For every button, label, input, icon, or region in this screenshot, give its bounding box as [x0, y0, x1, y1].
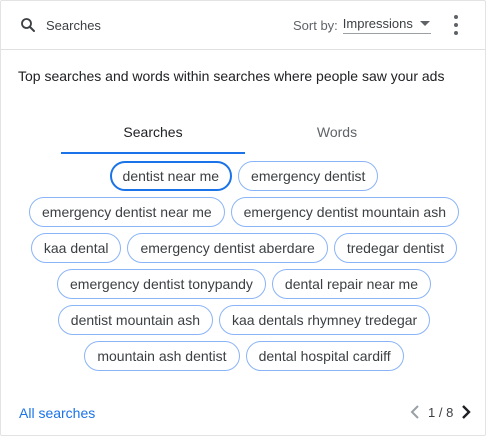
sort-dropdown[interactable]: Impressions [342, 16, 431, 34]
search-chip[interactable]: kaa dentals rhymney tredegar [218, 305, 431, 335]
more-vert-icon[interactable] [449, 14, 463, 36]
chip-row: dentist mountain ash kaa dentals rhymney … [1, 305, 486, 335]
chip-row: mountain ash dentist dental hospital card… [1, 341, 486, 371]
caret-down-icon [419, 21, 430, 26]
tab-words[interactable]: Words [245, 111, 429, 154]
search-icon[interactable] [19, 16, 37, 34]
card-title: Searches [46, 18, 101, 33]
search-chip[interactable]: emergency dentist [238, 161, 379, 191]
search-chip[interactable]: emergency dentist near me [29, 197, 225, 227]
pagination: 1 / 8 [408, 403, 473, 421]
sort-label: Sort by: [293, 18, 338, 33]
searches-card: Searches Sort by: Impressions Top search… [0, 0, 486, 436]
tab-bar: Searches Words [61, 111, 431, 155]
search-chip[interactable]: dentist near me [109, 161, 233, 191]
search-chip[interactable]: dental hospital cardiff [245, 341, 404, 371]
card-subtitle: Top searches and words within searches w… [18, 68, 445, 84]
search-chip[interactable]: emergency dentist mountain ash [230, 197, 459, 227]
search-chip[interactable]: kaa dental [30, 233, 122, 263]
search-chip[interactable]: tredegar dentist [333, 233, 458, 263]
search-chip[interactable]: emergency dentist tonypandy [57, 269, 266, 299]
search-chip[interactable]: emergency dentist aberdare [127, 233, 328, 263]
tab-searches[interactable]: Searches [61, 111, 245, 154]
sort-control: Sort by: Impressions [293, 16, 431, 34]
page-indicator: 1 / 8 [428, 404, 454, 420]
card-header: Searches Sort by: Impressions [1, 1, 485, 50]
search-chip[interactable]: dental repair near me [271, 269, 431, 299]
all-searches-link[interactable]: All searches [19, 405, 95, 421]
chevron-right-icon[interactable] [459, 403, 473, 421]
search-chip[interactable]: dentist mountain ash [57, 305, 213, 335]
chip-row: kaa dental emergency dentist aberdare tred… [1, 233, 486, 263]
sort-value: Impressions [342, 16, 413, 31]
search-chip-cloud: dentist near me emergency dentist emergenc… [1, 161, 486, 386]
chip-row: dentist near me emergency dentist [1, 161, 486, 191]
chevron-left-icon[interactable] [408, 403, 422, 421]
search-chip[interactable]: mountain ash dentist [84, 341, 240, 371]
chip-row: emergency dentist tonypandy dental repair… [1, 269, 486, 299]
chip-row: emergency dentist near me emergency denti… [1, 197, 486, 227]
